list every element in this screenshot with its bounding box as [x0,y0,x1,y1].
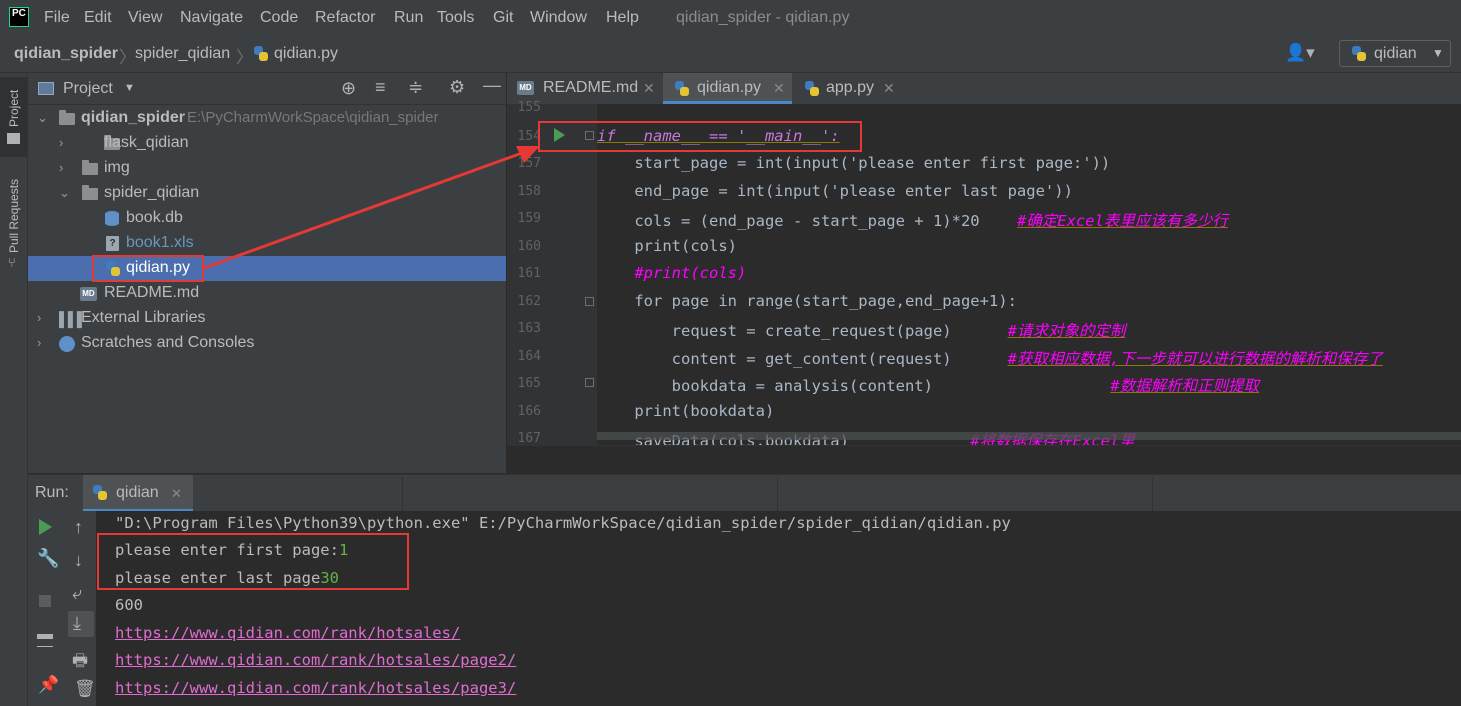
layout-icon[interactable] [37,634,53,647]
scroll-to-end-icon: ⤓ [73,613,81,633]
divider [402,477,403,511]
arrow-line [203,151,523,270]
divider [777,477,778,511]
scroll-to-end-button[interactable]: ⤓ [68,611,94,637]
console-line: "D:\Program Files\Python39\python.exe" E… [115,514,1011,532]
arrow-down-icon[interactable]: ↓ [74,550,83,571]
rerun-icon[interactable] [39,519,52,535]
run-panel-header: Run: qidian ✕ [28,474,1461,512]
print-icon[interactable]: 🖶 [72,648,88,677]
run-tab-label: qidian [116,484,159,501]
console-link[interactable]: https://www.qidian.com/rank/hotsales/pag… [115,679,516,697]
soft-wrap-icon[interactable]: ⤶ [72,583,82,604]
console-line: 600 [115,596,143,614]
python-icon [93,485,107,500]
wrench-icon[interactable]: 🔧 [37,548,59,569]
run-toolbar: 🔧 📌 ↑ ↓ ⤶ ⤓ 🖶 🗑 [28,511,96,706]
console-link[interactable]: https://www.qidian.com/rank/hotsales/ [115,624,460,642]
trash-icon[interactable]: 🗑 [74,679,96,699]
divider [1152,477,1153,511]
run-panel-label: Run: [35,484,69,501]
console-link[interactable]: https://www.qidian.com/rank/hotsales/pag… [115,651,516,669]
close-icon[interactable]: ✕ [171,486,182,502]
highlight-box [97,533,409,590]
run-tab-qidian[interactable]: qidian ✕ [83,475,193,512]
pin-icon[interactable]: 📌 [38,675,59,695]
stop-icon[interactable] [39,595,51,607]
arrow-up-icon[interactable]: ↑ [74,517,83,538]
